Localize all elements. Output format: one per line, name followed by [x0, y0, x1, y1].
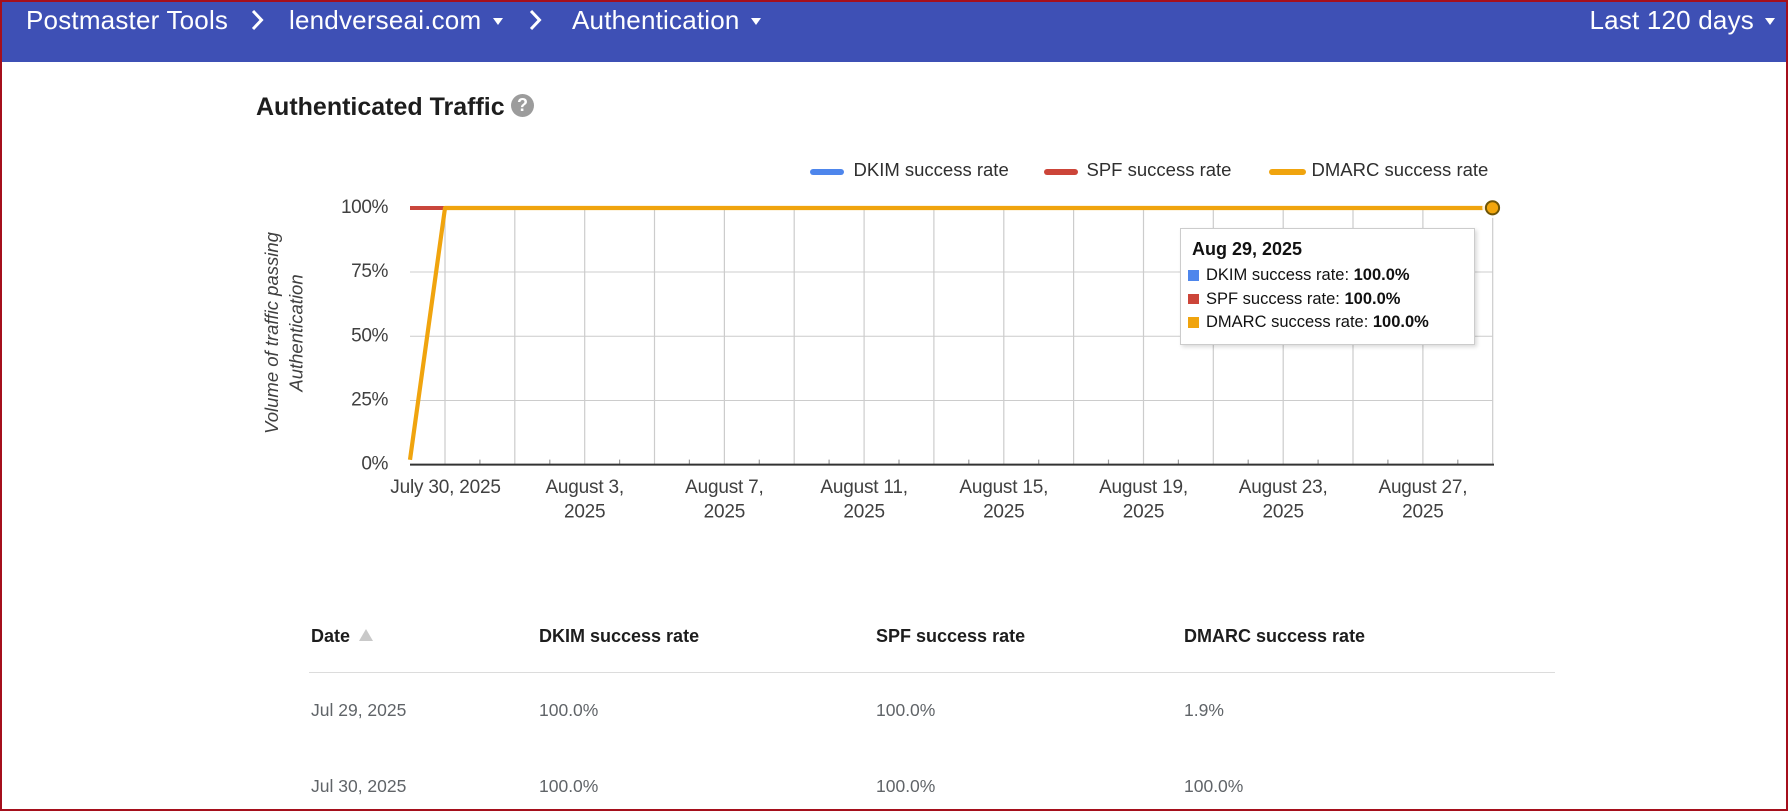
svg-text:2025: 2025: [1262, 502, 1303, 523]
svg-text:August 23,: August 23,: [1239, 477, 1328, 498]
svg-text:August 15,: August 15,: [959, 477, 1048, 498]
svg-text:2025: 2025: [1123, 502, 1164, 523]
svg-text:2025: 2025: [704, 502, 745, 523]
svg-text:Authentication: Authentication: [286, 274, 307, 392]
svg-text:25%: 25%: [351, 390, 388, 411]
svg-text:50%: 50%: [351, 325, 388, 346]
svg-text:August 27,: August 27,: [1378, 477, 1467, 498]
svg-text:100%: 100%: [341, 197, 389, 218]
svg-text:July 30, 2025: July 30, 2025: [390, 477, 500, 498]
svg-text:2025: 2025: [564, 502, 605, 523]
svg-text:75%: 75%: [351, 261, 388, 282]
svg-text:Volume of traffic passing: Volume of traffic passing: [261, 231, 282, 434]
svg-text:August 3,: August 3,: [545, 477, 623, 498]
svg-text:2025: 2025: [1402, 502, 1443, 523]
svg-text:August 7,: August 7,: [685, 477, 763, 498]
svg-text:0%: 0%: [361, 454, 388, 475]
svg-text:2025: 2025: [983, 502, 1024, 523]
svg-text:2025: 2025: [843, 502, 884, 523]
svg-text:August 19,: August 19,: [1099, 477, 1188, 498]
svg-text:August 11,: August 11,: [820, 477, 907, 498]
